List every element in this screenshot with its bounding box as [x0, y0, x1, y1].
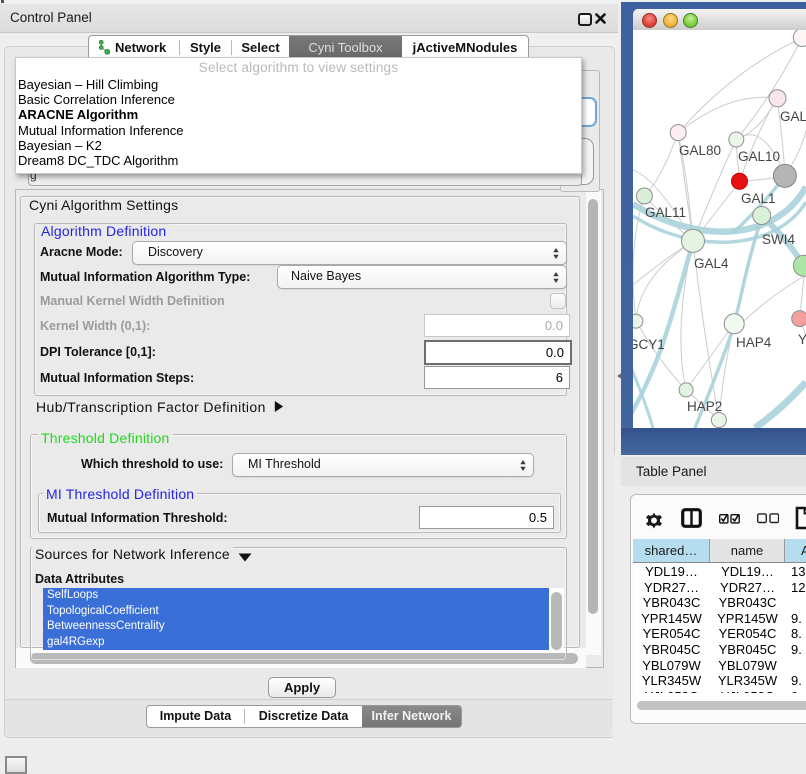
- svg-text:GAL11: GAL11: [645, 205, 686, 220]
- svg-text:GAL7: GAL7: [780, 109, 806, 124]
- svg-text:GAL80: GAL80: [679, 143, 721, 158]
- svg-text:SWI4: SWI4: [762, 232, 795, 247]
- svg-text:Y: Y: [798, 332, 806, 347]
- svg-text:HAP2: HAP2: [687, 399, 722, 414]
- svg-text:GCY1: GCY1: [633, 337, 665, 352]
- svg-text:GAL4: GAL4: [694, 256, 729, 271]
- svg-text:HAP4: HAP4: [736, 335, 772, 350]
- svg-text:GAL10: GAL10: [738, 149, 780, 164]
- svg-text:GAL1: GAL1: [741, 191, 776, 206]
